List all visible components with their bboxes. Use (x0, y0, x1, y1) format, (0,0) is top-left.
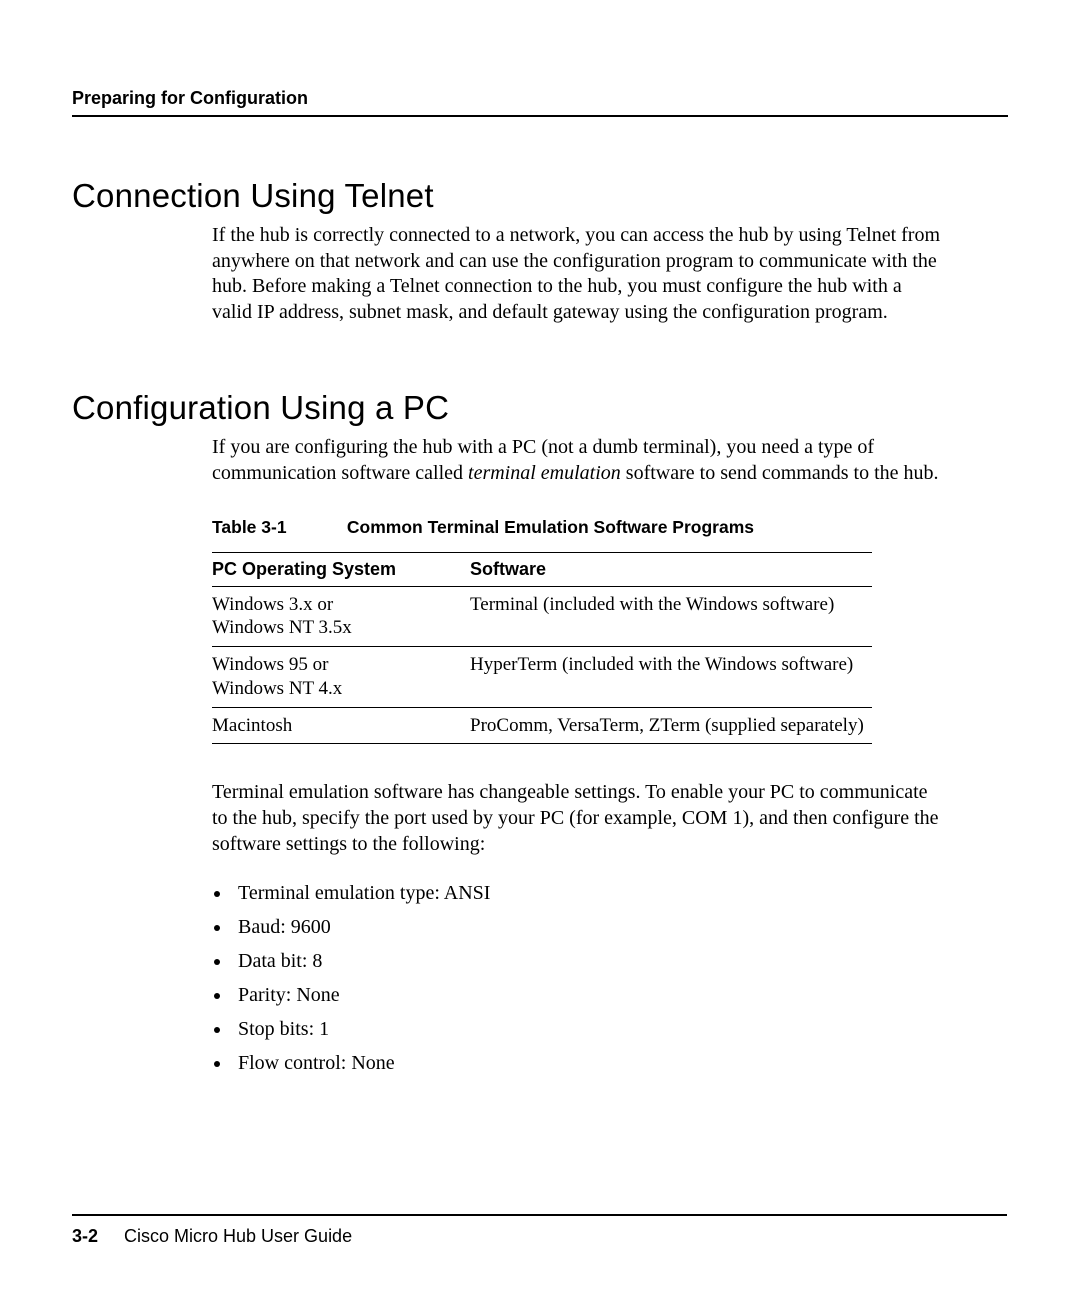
section-heading-pc: Configuration Using a PC (72, 389, 1008, 427)
list-item: Baud: 9600 (232, 915, 944, 939)
cell-os-line1: Windows 3.x or (212, 594, 333, 615)
page-footer: 3-2 Cisco Micro Hub User Guide (72, 1214, 1007, 1247)
table-caption-title: Common Terminal Emulation Software Progr… (347, 517, 754, 537)
table-row: Macintosh ProComm, VersaTerm, ZTerm (sup… (212, 707, 872, 744)
table-row: Windows 3.x or Windows NT 3.5x Terminal … (212, 586, 872, 647)
table-header-row: PC Operating System Software (212, 552, 872, 586)
list-item: Data bit: 8 (232, 949, 944, 973)
th-software: Software (470, 552, 872, 586)
list-item: Stop bits: 1 (232, 1017, 944, 1041)
list-item: Flow control: None (232, 1051, 944, 1075)
section2-para-post: software to send commands to the hub. (621, 462, 939, 484)
page-content: Preparing for Configuration Connection U… (0, 0, 1080, 1075)
section1-paragraph: If the hub is correctly connected to a n… (212, 223, 944, 325)
section2-body: If you are configuring the hub with a PC… (212, 435, 944, 1075)
section2-paragraph: If you are configuring the hub with a PC… (212, 435, 944, 486)
cell-os: Macintosh (212, 707, 470, 744)
table-caption: Table 3-1 Common Terminal Emulation Soft… (212, 517, 944, 538)
guide-title: Cisco Micro Hub User Guide (124, 1226, 352, 1246)
settings-intro-paragraph: Terminal emulation software has changeab… (212, 780, 944, 857)
cell-software: ProComm, VersaTerm, ZTerm (supplied sepa… (470, 707, 872, 744)
cell-software: Terminal (included with the Windows soft… (470, 586, 872, 647)
list-item: Terminal emulation type: ANSI (232, 881, 944, 905)
settings-list: Terminal emulation type: ANSI Baud: 9600… (212, 881, 944, 1075)
section-heading-telnet: Connection Using Telnet (72, 177, 1008, 215)
section2-para-italic: terminal emulation (468, 462, 621, 484)
table-caption-label: Table 3-1 (212, 517, 342, 538)
cell-os: Windows 95 or Windows NT 4.x (212, 647, 470, 708)
section1-body: If the hub is correctly connected to a n… (212, 223, 944, 325)
cell-os-line2: Windows NT 3.5x (212, 617, 352, 638)
table-row: Windows 95 or Windows NT 4.x HyperTerm (… (212, 647, 872, 708)
th-os: PC Operating System (212, 552, 470, 586)
cell-os: Windows 3.x or Windows NT 3.5x (212, 586, 470, 647)
cell-os-line1: Windows 95 or (212, 654, 328, 675)
cell-software: HyperTerm (included with the Windows sof… (470, 647, 872, 708)
software-table: PC Operating System Software Windows 3.x… (212, 552, 872, 745)
page-number: 3-2 (72, 1226, 98, 1246)
list-item: Parity: None (232, 983, 944, 1007)
cell-os-line1: Macintosh (212, 715, 292, 736)
cell-os-line2: Windows NT 4.x (212, 678, 342, 699)
running-header: Preparing for Configuration (72, 88, 1008, 117)
